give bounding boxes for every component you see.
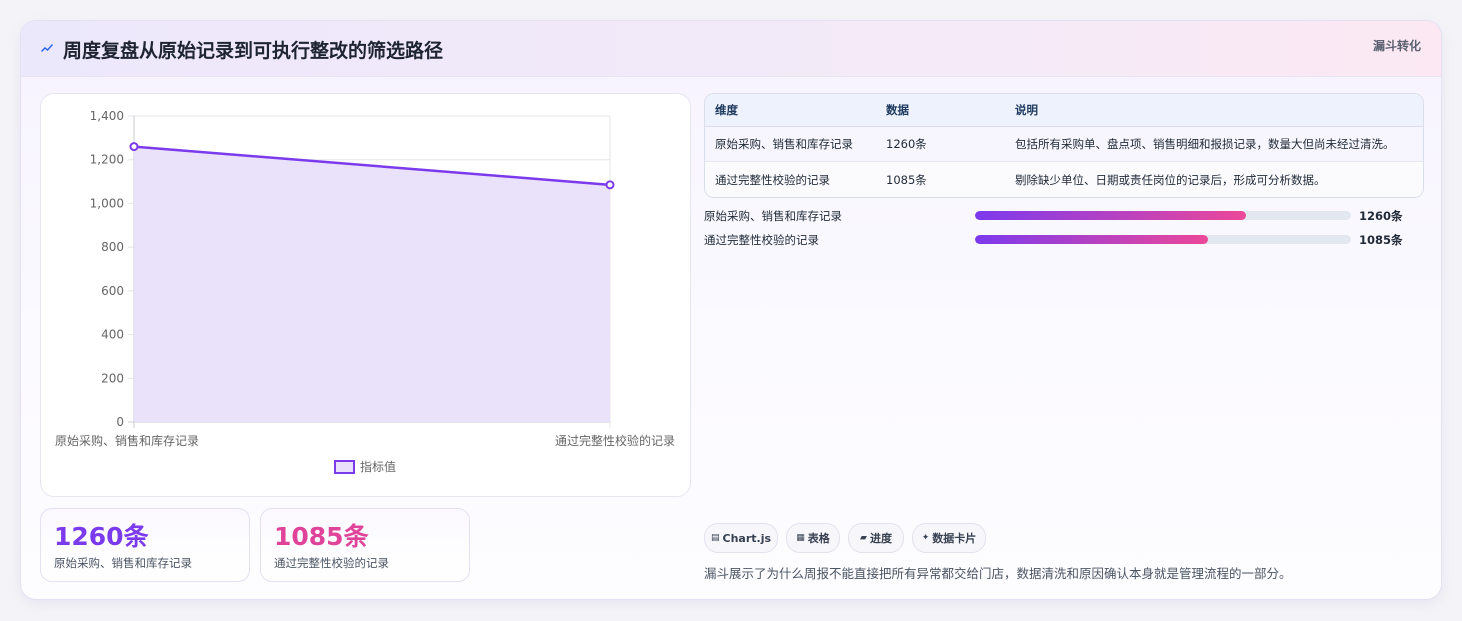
pill-data-card[interactable]: ✦ 数据卡片 (912, 523, 986, 553)
table-cell: 包括所有采购单、盘点项、销售明细和报损记录，数量大但尚未经过清洗。 (1015, 137, 1395, 151)
table-cell: 1085条 (886, 172, 927, 187)
footnote: 漏斗展示了为什么周报不能直接把所有异常都交给门店，数据清洗和原因确认本身就是管理… (704, 566, 1292, 581)
stat-card-raw: 1260条 原始采购、销售和库存记录 (40, 508, 250, 582)
stat-label: 通过完整性校验的记录 (274, 556, 389, 570)
pill-label: 数据卡片 (932, 532, 977, 545)
legend-label: 指标值 (360, 459, 396, 474)
pill-chartjs[interactable]: ▤ Chart.js (704, 523, 778, 553)
table-icon: ▦ (796, 533, 805, 543)
table-header-row: 维度 数据 说明 (705, 94, 1423, 127)
progress-track (975, 235, 1351, 244)
y-tick-label: 200 (101, 371, 124, 385)
line-chart: 0 200 400 600 800 1,000 1,200 1,400 原始采购、销售和库存记录… (55, 109, 675, 474)
report-card: 周度复盘从原始记录到可执行整改的筛选路径 漏斗转化 0 200 400 600 800 1… (20, 20, 1442, 600)
progress-fill (975, 211, 1246, 220)
pill-label: 进度 (869, 532, 892, 545)
card-header: 周度复盘从原始记录到可执行整改的筛选路径 漏斗转化 (21, 21, 1441, 77)
stat-card-validated: 1085条 通过完整性校验的记录 (260, 508, 470, 582)
page-title: 周度复盘从原始记录到可执行整改的筛选路径 (63, 40, 444, 62)
table-cell: 1260条 (886, 137, 927, 151)
progress-fill (975, 235, 1209, 244)
pill-label: Chart.js (722, 531, 772, 545)
y-tick-label: 1,000 (90, 196, 124, 210)
chart-type-tag: 漏斗转化 (1372, 39, 1421, 53)
progress-label: 原始采购、销售和库存记录 (704, 209, 842, 223)
column-header: 数据 (886, 103, 909, 117)
progress-row: 原始采购、销售和库存记录 1260条 (704, 207, 1422, 225)
column-header: 维度 (715, 103, 738, 117)
progress-row: 通过完整性校验的记录 1085条 (704, 231, 1422, 249)
x-tick-label: 通过完整性校验的记录 (555, 433, 675, 448)
y-tick-label: 600 (101, 284, 124, 298)
table-row: 原始采购、销售和库存记录 1260条 包括所有采购单、盘点项、销售明细和报损记录… (705, 127, 1423, 162)
x-tick-label: 原始采购、销售和库存记录 (55, 433, 199, 448)
table-cell: 原始采购、销售和库存记录 (715, 137, 853, 151)
pill-label: 表格 (807, 532, 830, 545)
stat-value: 1260条 (54, 522, 149, 551)
data-point (129, 142, 139, 152)
legend-swatch (334, 460, 355, 474)
table-cell: 剔除缺少单位、日期或责任岗位的记录后，形成可分析数据。 (1015, 172, 1326, 187)
trend-icon (41, 44, 53, 52)
progress-label: 通过完整性校验的记录 (704, 233, 819, 247)
progress-value: 1260条 (1359, 209, 1403, 223)
progress-track (975, 211, 1351, 220)
stat-value: 1085条 (274, 522, 369, 551)
y-tick-label: 400 (101, 328, 124, 342)
pill-progress[interactable]: ▰ 进度 (848, 523, 904, 553)
chart-panel: 0 200 400 600 800 1,000 1,200 1,400 原始采购、销售和库存记录… (40, 93, 691, 497)
column-header: 说明 (1015, 103, 1038, 117)
series-area (134, 146, 610, 422)
y-tick-label: 1,400 (90, 109, 124, 123)
chart-icon: ▤ (710, 533, 720, 543)
data-point (605, 180, 615, 190)
pill-table[interactable]: ▦ 表格 (786, 523, 840, 553)
stat-label: 原始采购、销售和库存记录 (54, 556, 192, 570)
progress-value: 1085条 (1359, 233, 1403, 247)
sparkle-icon: ✦ (921, 533, 930, 543)
progress-icon: ▰ (860, 533, 867, 543)
y-tick-label: 800 (101, 240, 124, 254)
y-tick-label: 0 (116, 415, 124, 429)
table-row: 通过完整性校验的记录 1085条 剔除缺少单位、日期或责任岗位的记录后，形成可分… (705, 162, 1423, 197)
data-table: 维度 数据 说明 原始采购、销售和库存记录 1260条 包括所有采购单、盘点项、… (704, 93, 1424, 198)
y-tick-label: 1,200 (90, 153, 124, 167)
table-cell: 通过完整性校验的记录 (715, 172, 830, 187)
